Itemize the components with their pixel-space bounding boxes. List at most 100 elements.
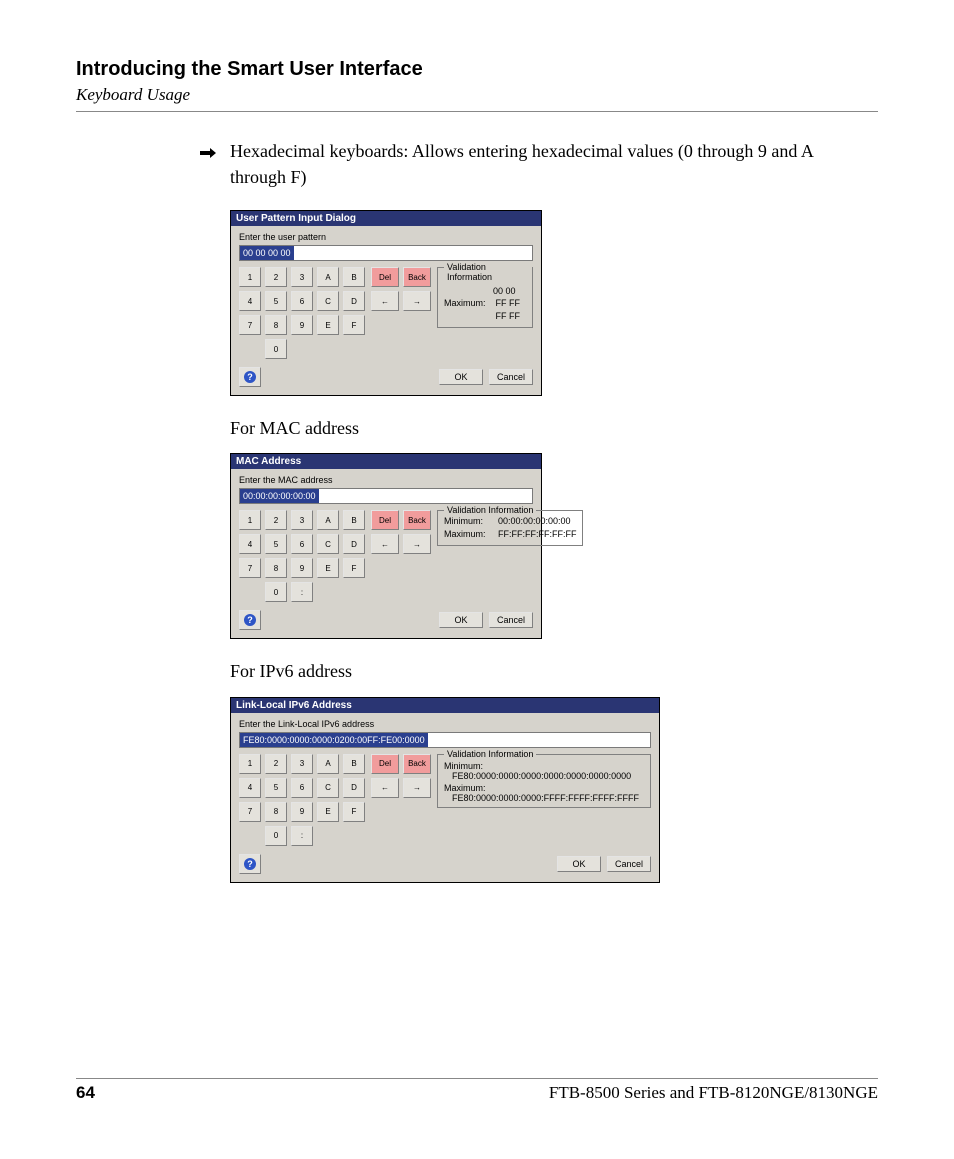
control-keys: Del Back ← → bbox=[371, 754, 431, 798]
key-1[interactable]: 1 bbox=[239, 510, 261, 530]
key-5[interactable]: 5 bbox=[265, 291, 287, 311]
key-8[interactable]: 8 bbox=[265, 802, 287, 822]
key-a[interactable]: A bbox=[317, 754, 339, 774]
ok-button[interactable]: OK bbox=[439, 369, 483, 385]
key-1[interactable]: 1 bbox=[239, 267, 261, 287]
key-9[interactable]: 9 bbox=[291, 558, 313, 578]
right-arrow-button[interactable]: → bbox=[403, 534, 431, 554]
cancel-button[interactable]: Cancel bbox=[607, 856, 651, 872]
caption-mac: For MAC address bbox=[230, 416, 868, 441]
max-label: Maximum: bbox=[444, 783, 644, 793]
help-button[interactable]: ? bbox=[239, 610, 261, 630]
mac-input[interactable]: 00:00:00:00:00:00 bbox=[239, 488, 533, 504]
key-1[interactable]: 1 bbox=[239, 754, 261, 774]
key-6[interactable]: 6 bbox=[291, 534, 313, 554]
pattern-input[interactable]: 00 00 00 00 bbox=[239, 245, 533, 261]
key-3[interactable]: 3 bbox=[291, 510, 313, 530]
caption-ipv6: For IPv6 address bbox=[230, 659, 868, 684]
key-d[interactable]: D bbox=[343, 291, 365, 311]
validation-box: Validation Information Minimum:00 00 00 … bbox=[437, 267, 533, 327]
ipv6-address-dialog: Link-Local IPv6 Address Enter the Link-L… bbox=[230, 697, 660, 883]
validation-title: Validation Information bbox=[444, 262, 532, 282]
hex-keypad: 1 2 3 A B 4 5 6 C D 7 8 9 E F bbox=[239, 754, 365, 846]
key-9[interactable]: 9 bbox=[291, 315, 313, 335]
help-button[interactable]: ? bbox=[239, 854, 261, 874]
back-button[interactable]: Back bbox=[403, 754, 431, 774]
help-icon: ? bbox=[244, 858, 256, 870]
min-value: FE80:0000:0000:0000:0000:0000:0000:0000 bbox=[452, 771, 644, 781]
help-icon: ? bbox=[244, 614, 256, 626]
input-value: 00 00 00 00 bbox=[240, 246, 294, 260]
page-footer: 64 FTB-8500 Series and FTB-8120NGE/8130N… bbox=[76, 1070, 878, 1103]
key-f[interactable]: F bbox=[343, 315, 365, 335]
ok-button[interactable]: OK bbox=[557, 856, 601, 872]
key-7[interactable]: 7 bbox=[239, 802, 261, 822]
key-3[interactable]: 3 bbox=[291, 754, 313, 774]
right-arrow-button[interactable]: → bbox=[403, 291, 431, 311]
key-7[interactable]: 7 bbox=[239, 558, 261, 578]
ok-button[interactable]: OK bbox=[439, 612, 483, 628]
help-button[interactable]: ? bbox=[239, 367, 261, 387]
key-d[interactable]: D bbox=[343, 534, 365, 554]
key-8[interactable]: 8 bbox=[265, 315, 287, 335]
footer-divider bbox=[76, 1078, 878, 1079]
left-arrow-button[interactable]: ← bbox=[371, 534, 399, 554]
min-label: Minimum: bbox=[444, 515, 488, 528]
key-c[interactable]: C bbox=[317, 291, 339, 311]
key-6[interactable]: 6 bbox=[291, 291, 313, 311]
key-7[interactable]: 7 bbox=[239, 315, 261, 335]
key-0[interactable]: 0 bbox=[265, 826, 287, 846]
key-5[interactable]: 5 bbox=[265, 534, 287, 554]
key-f[interactable]: F bbox=[343, 802, 365, 822]
key-4[interactable]: 4 bbox=[239, 291, 261, 311]
dialog-prompt: Enter the Link-Local IPv6 address bbox=[239, 719, 651, 729]
left-arrow-button[interactable]: ← bbox=[371, 778, 399, 798]
min-label: Minimum: bbox=[444, 761, 644, 771]
cancel-button[interactable]: Cancel bbox=[489, 369, 533, 385]
key-0[interactable]: 0 bbox=[265, 339, 287, 359]
validation-title: Validation Information bbox=[444, 749, 536, 759]
del-button[interactable]: Del bbox=[371, 754, 399, 774]
dialog-titlebar: Link-Local IPv6 Address bbox=[231, 698, 659, 713]
dialog-titlebar: User Pattern Input Dialog bbox=[231, 211, 541, 226]
left-arrow-button[interactable]: ← bbox=[371, 291, 399, 311]
key-b[interactable]: B bbox=[343, 267, 365, 287]
key-4[interactable]: 4 bbox=[239, 534, 261, 554]
dialog-prompt: Enter the user pattern bbox=[239, 232, 533, 242]
back-button[interactable]: Back bbox=[403, 510, 431, 530]
ipv6-input[interactable]: FE80:0000:0000:0000:0200:00FF:FE00:0000 bbox=[239, 732, 651, 748]
key-e[interactable]: E bbox=[317, 802, 339, 822]
key-b[interactable]: B bbox=[343, 754, 365, 774]
key-colon[interactable]: : bbox=[291, 582, 313, 602]
key-f[interactable]: F bbox=[343, 558, 365, 578]
key-a[interactable]: A bbox=[317, 510, 339, 530]
key-a[interactable]: A bbox=[317, 267, 339, 287]
key-c[interactable]: C bbox=[317, 778, 339, 798]
max-label: Maximum: bbox=[444, 528, 488, 541]
key-b[interactable]: B bbox=[343, 510, 365, 530]
back-button[interactable]: Back bbox=[403, 267, 431, 287]
key-c[interactable]: C bbox=[317, 534, 339, 554]
key-e[interactable]: E bbox=[317, 558, 339, 578]
key-colon[interactable]: : bbox=[291, 826, 313, 846]
key-5[interactable]: 5 bbox=[265, 778, 287, 798]
key-2[interactable]: 2 bbox=[265, 267, 287, 287]
input-value: FE80:0000:0000:0000:0200:00FF:FE00:0000 bbox=[240, 733, 428, 747]
key-2[interactable]: 2 bbox=[265, 510, 287, 530]
key-9[interactable]: 9 bbox=[291, 802, 313, 822]
dialog-titlebar: MAC Address bbox=[231, 454, 541, 469]
key-8[interactable]: 8 bbox=[265, 558, 287, 578]
cancel-button[interactable]: Cancel bbox=[489, 612, 533, 628]
key-6[interactable]: 6 bbox=[291, 778, 313, 798]
key-d[interactable]: D bbox=[343, 778, 365, 798]
right-arrow-button[interactable]: → bbox=[403, 778, 431, 798]
hex-keypad: 1 2 3 A B 4 5 6 C D 7 8 9 E F bbox=[239, 510, 365, 602]
key-3[interactable]: 3 bbox=[291, 267, 313, 287]
key-2[interactable]: 2 bbox=[265, 754, 287, 774]
key-0[interactable]: 0 bbox=[265, 582, 287, 602]
key-4[interactable]: 4 bbox=[239, 778, 261, 798]
validation-box: Validation Information Minimum: FE80:000… bbox=[437, 754, 651, 808]
del-button[interactable]: Del bbox=[371, 510, 399, 530]
del-button[interactable]: Del bbox=[371, 267, 399, 287]
key-e[interactable]: E bbox=[317, 315, 339, 335]
